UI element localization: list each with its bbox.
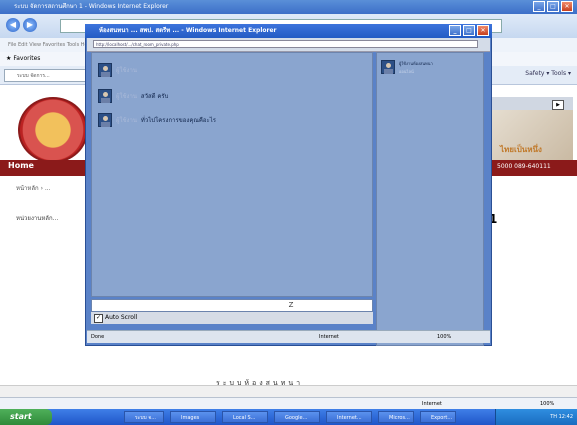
taskbar-button[interactable]: Google... [274, 411, 320, 423]
header-search-button[interactable]: ▶ [552, 100, 564, 110]
header-brand-text: ไทยเป็นหนึ่ง [500, 145, 542, 154]
favorites-label[interactable]: Favorites [13, 55, 40, 62]
start-button[interactable]: start [0, 409, 52, 425]
ie-window-controls: _ □ ✕ [533, 1, 573, 12]
popup-status-zoom[interactable]: 100% [437, 331, 451, 343]
message-username: ผู้ใช้งาน [116, 93, 137, 100]
chat-messages-panel[interactable]: ผู้ใช้งาน ผู้ใช้งาน สวัสดี ครับ ผู้ใช้งา… [91, 52, 373, 297]
section-label: หน่วยงานหลัก... [16, 215, 59, 222]
taskbar-button[interactable]: Images [170, 411, 216, 423]
online-user-status: ออนไลน์ [399, 69, 414, 74]
chat-popup-title: ห้องสนทนา ... สพป. สตรีท ... - Windows I… [99, 27, 277, 34]
message-text: สวัสดี ครับ [140, 93, 169, 100]
popup-status-done: Done [91, 334, 105, 340]
message-username: ผู้ใช้งาน [116, 67, 137, 74]
autoscroll-row: ✓ Auto Scroll [91, 312, 373, 324]
chat-message-input[interactable] [91, 299, 373, 312]
taskbar-button[interactable]: Local S... [222, 411, 268, 423]
header-image: ▶ ไทยเป็นหนึ่ง [486, 97, 573, 163]
popup-status-zone: Internet [319, 334, 339, 340]
popup-url-field[interactable]: http://localhost/.../chat_room_private.p… [93, 40, 478, 48]
taskbar-button[interactable]: Export... [420, 411, 456, 423]
favorites-star-icon[interactable]: ★ [6, 55, 11, 62]
school-seal-logo [18, 97, 88, 163]
autoscroll-checkbox[interactable]: ✓ [94, 313, 103, 323]
ie-tools-menu[interactable]: Safety ▾ Tools ▾ [525, 70, 571, 77]
chat-message: ผู้ใช้งาน [98, 63, 141, 77]
popup-status-bar: Done Internet 100% [87, 330, 490, 343]
taskbar-button[interactable]: Micros... [378, 411, 414, 423]
ie-nav-buttons: ◀ ▶ [6, 18, 37, 32]
autoscroll-label[interactable]: Auto Scroll [105, 312, 137, 324]
user-avatar-icon [98, 113, 112, 127]
forward-icon[interactable]: ▶ [23, 18, 37, 32]
chat-message: ผู้ใช้งาน สวัสดี ครับ [98, 89, 168, 103]
chat-message: ผู้ใช้งาน ทั่วไปโครงการของคุณคือะไร [98, 113, 216, 127]
close-button[interactable]: ✕ [561, 1, 573, 12]
ie-title-bar: ระบบ จัดการสถานศึกษา 1 - Windows Interne… [0, 0, 577, 14]
online-user-name: ผู้ใช้งานห้องสนทนา [399, 61, 433, 66]
user-avatar-icon [98, 63, 112, 77]
contact-phone: 5000 089-640111 [497, 163, 551, 170]
ie-window-title: ระบบ จัดการสถานศึกษา 1 - Windows Interne… [14, 3, 169, 10]
popup-minimize-button[interactable]: _ [449, 25, 461, 36]
online-users-panel: ผู้ใช้งานห้องสนทนา ออนไลน์ [376, 52, 484, 346]
taskbar-button[interactable]: Internet... [326, 411, 372, 423]
ie-tab[interactable]: ระบบ จัดการ... [4, 69, 94, 82]
system-tray: TH 12:42 [495, 409, 577, 425]
breadcrumb[interactable]: หน้าหลัก › ... [16, 183, 51, 193]
popup-address-bar: http://localhost/.../chat_room_private.p… [87, 38, 490, 52]
message-username: ผู้ใช้งาน [116, 117, 137, 124]
message-text: ทั่วไปโครงการของคุณคือะไร [140, 117, 216, 124]
taskbar: start ระบบ จ... Images Local S... Google… [0, 409, 577, 425]
popup-maximize-button[interactable]: □ [463, 25, 475, 36]
user-avatar-icon [98, 89, 112, 103]
maximize-button[interactable]: □ [547, 1, 559, 12]
chat-popup-title-bar: ห้องสนทนา ... สพป. สตรีท ... - Windows I… [85, 24, 492, 38]
home-link[interactable]: Home [8, 161, 34, 170]
send-icon[interactable]: Z [285, 300, 297, 310]
minimize-button[interactable]: _ [533, 1, 545, 12]
popup-window-controls: _ □ ✕ [449, 25, 489, 36]
taskbar-button[interactable]: ระบบ จ... [124, 411, 164, 423]
user-avatar-icon [381, 60, 395, 74]
online-user-entry[interactable]: ผู้ใช้งานห้องสนทนา ออนไลน์ [381, 60, 433, 75]
popup-close-button[interactable]: ✕ [477, 25, 489, 36]
back-icon[interactable]: ◀ [6, 18, 20, 32]
